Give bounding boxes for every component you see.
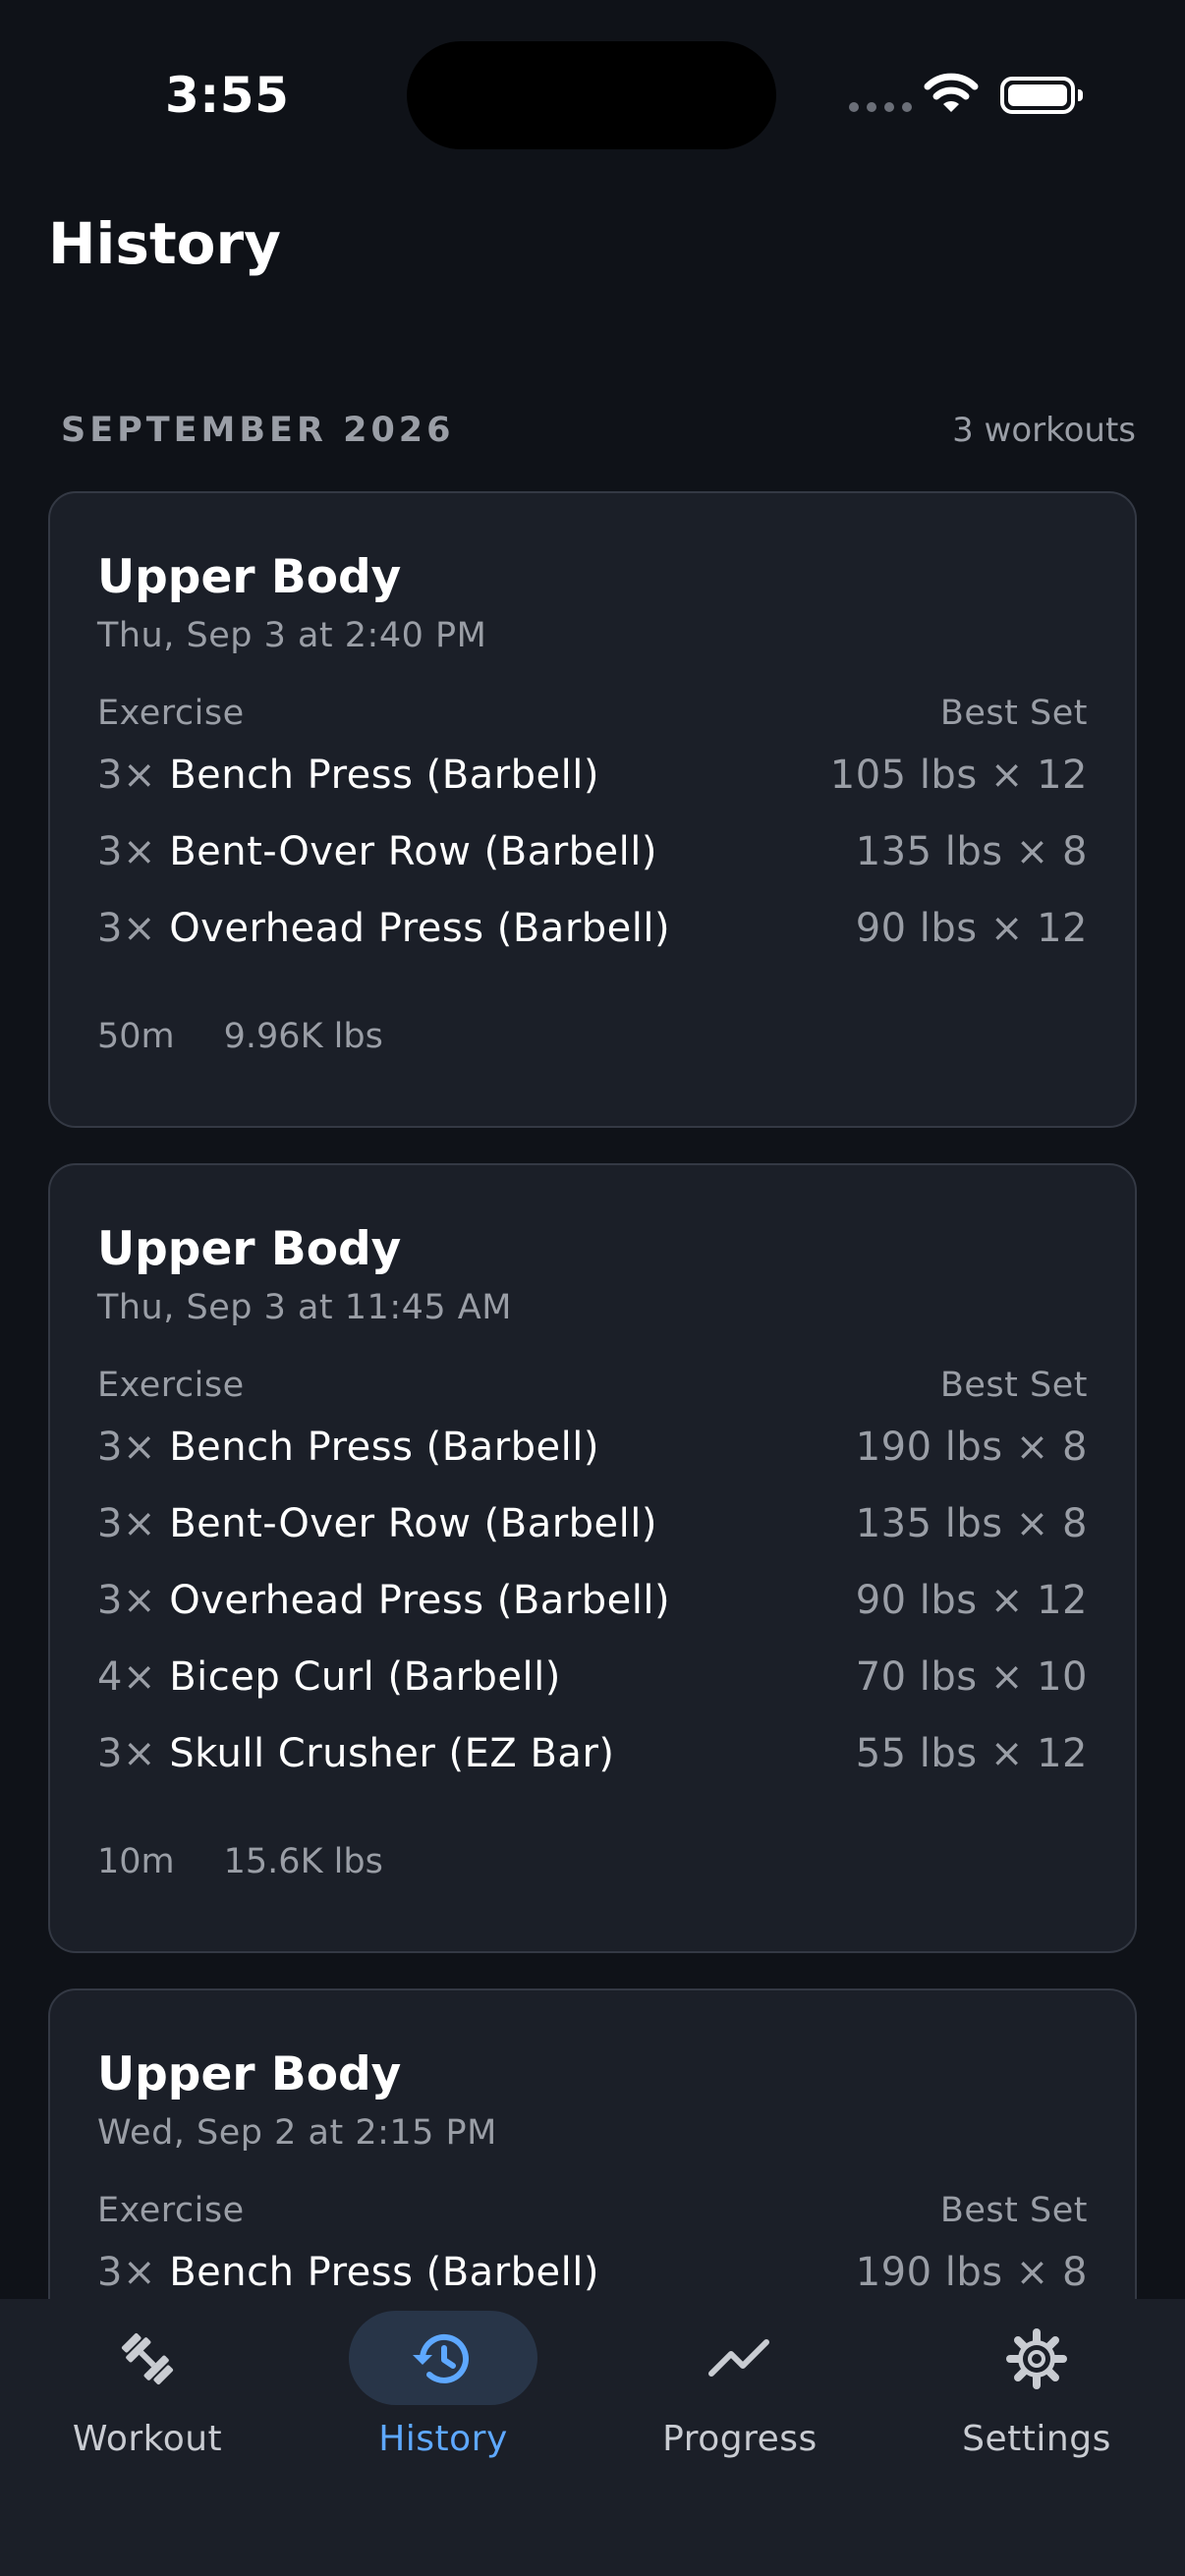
workout-card[interactable]: Upper Body Thu, Sep 3 at 2:40 PM Exercis… xyxy=(48,491,1137,1128)
tab-bar: Workout History Progress Settings xyxy=(0,2299,1185,2576)
workout-duration: 50m xyxy=(97,1017,175,1056)
section-month: SEPTEMBER 2026 xyxy=(61,411,455,450)
tab-label: Settings xyxy=(962,2419,1111,2459)
tab-progress[interactable]: Progress xyxy=(622,2299,858,2515)
wifi-icon xyxy=(924,73,979,112)
exercise-sets: 3× xyxy=(97,1578,156,1623)
workout-count: 3 workouts xyxy=(952,411,1136,450)
exercise-row: 3× Bench Press (Barbell) 190 lbs × 8 xyxy=(97,1409,1088,1485)
exercise-name: Bench Press (Barbell) xyxy=(169,753,599,798)
workout-date: Thu, Sep 3 at 2:40 PM xyxy=(97,616,487,655)
exercise-best-set: 105 lbs × 12 xyxy=(829,753,1088,798)
exercise-sets: 3× xyxy=(97,829,156,874)
trend-line-icon xyxy=(708,2339,769,2377)
exercise-sets: 3× xyxy=(97,2250,156,2295)
workout-date: Wed, Sep 2 at 2:15 PM xyxy=(97,2113,497,2153)
workout-title: Upper Body xyxy=(97,2047,402,2101)
exercise-row: 3× Bent-Over Row (Barbell) 135 lbs × 8 xyxy=(97,1485,1088,1562)
column-headers: Exercise Best Set xyxy=(97,690,1088,737)
exercise-sets: 3× xyxy=(97,906,156,951)
workout-date: Thu, Sep 3 at 11:45 AM xyxy=(97,1288,512,1327)
best-set-column-header: Best Set xyxy=(939,694,1088,733)
exercise-sets: 4× xyxy=(97,1654,156,1700)
best-set-column-header: Best Set xyxy=(939,1366,1088,1405)
dynamic-island xyxy=(407,41,776,149)
history-icon xyxy=(413,2333,469,2383)
exercise-name: Overhead Press (Barbell) xyxy=(169,906,671,951)
exercise-row: 3× Overhead Press (Barbell) 90 lbs × 12 xyxy=(97,890,1088,967)
exercise-name: Bent-Over Row (Barbell) xyxy=(169,1501,657,1546)
exercise-best-set: 90 lbs × 12 xyxy=(855,906,1088,951)
column-headers: Exercise Best Set xyxy=(97,1362,1088,1409)
exercise-name: Bent-Over Row (Barbell) xyxy=(169,829,657,874)
best-set-column-header: Best Set xyxy=(939,2191,1088,2230)
exercise-sets: 3× xyxy=(97,1731,156,1776)
exercise-column-header: Exercise xyxy=(97,1366,245,1405)
workout-volume: 9.96K lbs xyxy=(223,1017,383,1056)
exercise-row: 3× Bent-Over Row (Barbell) 135 lbs × 8 xyxy=(97,813,1088,890)
battery-icon xyxy=(1000,77,1083,114)
tab-workout[interactable]: Workout xyxy=(29,2299,265,2515)
tab-label: Workout xyxy=(72,2419,223,2459)
exercise-name: Bench Press (Barbell) xyxy=(169,2250,599,2295)
exercise-row: 3× Overhead Press (Barbell) 90 lbs × 12 xyxy=(97,1562,1088,1639)
workout-summary: 10m 15.6K lbs xyxy=(97,1839,1088,1884)
exercise-column-header: Exercise xyxy=(97,694,245,733)
workout-title: Upper Body xyxy=(97,550,402,604)
tab-settings[interactable]: Settings xyxy=(919,2299,1155,2515)
workout-summary: 50m 9.96K lbs xyxy=(97,1014,1088,1059)
status-time: 3:55 xyxy=(165,67,290,124)
workout-duration: 10m xyxy=(97,1842,175,1881)
cellular-signal-icon xyxy=(849,102,912,112)
exercise-row: 3× Skull Crusher (EZ Bar) 55 lbs × 12 xyxy=(97,1715,1088,1792)
exercise-name: Overhead Press (Barbell) xyxy=(169,1578,671,1623)
exercise-row: 4× Bicep Curl (Barbell) 70 lbs × 10 xyxy=(97,1639,1088,1715)
dumbbell-icon xyxy=(121,2332,174,2385)
workout-volume: 15.6K lbs xyxy=(223,1842,383,1881)
exercise-sets: 3× xyxy=(97,1425,156,1470)
status-bar: 3:55 xyxy=(0,0,1185,187)
workout-title: Upper Body xyxy=(97,1222,402,1276)
column-headers: Exercise Best Set xyxy=(97,2187,1088,2234)
exercise-best-set: 135 lbs × 8 xyxy=(855,829,1088,874)
gear-icon xyxy=(1006,2328,1067,2389)
exercise-sets: 3× xyxy=(97,753,156,798)
exercise-best-set: 135 lbs × 8 xyxy=(855,1501,1088,1546)
section-header: SEPTEMBER 2026 3 workouts xyxy=(61,411,1136,450)
exercise-column-header: Exercise xyxy=(97,2191,245,2230)
exercise-row: 3× Bench Press (Barbell) 105 lbs × 12 xyxy=(97,737,1088,813)
exercise-best-set: 90 lbs × 12 xyxy=(855,1578,1088,1623)
page-title: History xyxy=(48,210,281,277)
tab-history[interactable]: History xyxy=(325,2299,561,2515)
exercise-name: Bicep Curl (Barbell) xyxy=(169,1654,561,1700)
exercise-name: Bench Press (Barbell) xyxy=(169,1425,599,1470)
tab-label: History xyxy=(378,2419,508,2459)
workout-card[interactable]: Upper Body Thu, Sep 3 at 11:45 AM Exerci… xyxy=(48,1163,1137,1953)
exercise-best-set: 55 lbs × 12 xyxy=(855,1731,1088,1776)
tab-label: Progress xyxy=(662,2419,818,2459)
exercise-name: Skull Crusher (EZ Bar) xyxy=(169,1731,615,1776)
exercise-best-set: 190 lbs × 8 xyxy=(855,1425,1088,1470)
exercise-best-set: 70 lbs × 10 xyxy=(855,1654,1088,1700)
exercise-sets: 3× xyxy=(97,1501,156,1546)
